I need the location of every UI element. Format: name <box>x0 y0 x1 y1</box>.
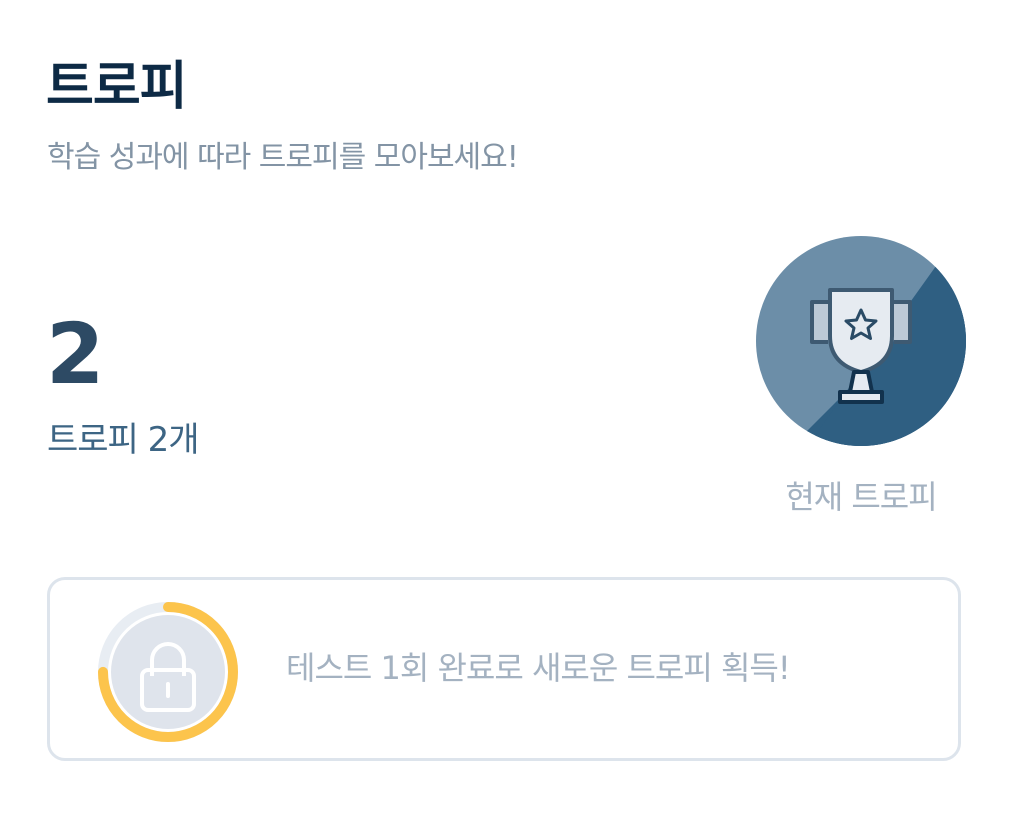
current-trophy-badge[interactable] <box>756 236 966 446</box>
next-trophy-card[interactable]: 테스트 1회 완료로 새로운 트로피 획득! <box>47 577 961 761</box>
current-trophy-label: 현재 트로피 <box>785 478 937 516</box>
next-trophy-text: 테스트 1회 완료로 새로운 트로피 획득! <box>286 649 791 687</box>
trophy-count: 2 <box>46 305 105 403</box>
page-subtitle: 학습 성과에 따라 트로피를 모아보세요! <box>47 140 519 175</box>
trophy-star-icon <box>756 236 966 446</box>
trophy-page: 트로피 학습 성과에 따라 트로피를 모아보세요! 2 트로피 2개 현재 트로… <box>0 0 1012 814</box>
page-title: 트로피 <box>46 57 188 117</box>
trophy-count-label: 트로피 2개 <box>47 420 200 460</box>
progress-ring <box>94 598 242 746</box>
